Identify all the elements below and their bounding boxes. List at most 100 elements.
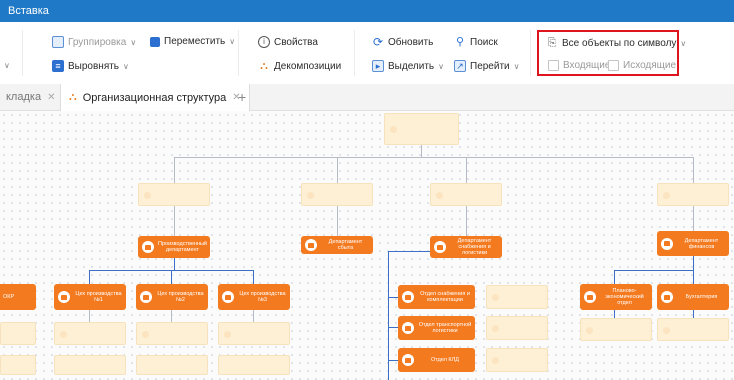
ghost-node[interactable] [486, 316, 548, 340]
ghost-node[interactable] [54, 322, 126, 345]
connector [614, 270, 615, 284]
ghost-node[interactable] [301, 183, 373, 206]
connector [171, 310, 172, 322]
department-icon [305, 239, 317, 251]
department-icon [661, 237, 673, 250]
ghost-node[interactable] [218, 322, 290, 345]
collapsed-dropdown-caret[interactable]: ∨ [4, 61, 10, 70]
align-icon: ≡ [52, 60, 64, 72]
ghost-node[interactable] [430, 183, 502, 206]
connector [693, 157, 694, 183]
ghost-node[interactable] [580, 318, 652, 341]
ghost-node[interactable] [657, 183, 729, 206]
org-chart-icon: ⛬ [69, 91, 77, 103]
node-accounting[interactable]: Бухгалтерия [657, 284, 729, 310]
connector [89, 310, 90, 322]
connector [253, 270, 254, 284]
department-icon [142, 241, 154, 253]
department-icon [402, 354, 414, 366]
department-icon [661, 291, 673, 303]
connector [174, 258, 175, 270]
link-objects-icon: ⎘ [547, 37, 557, 49]
node-shop-3[interactable]: Цех производства №3 [218, 284, 290, 310]
connector [337, 157, 338, 183]
grouping-icon [52, 36, 64, 48]
connector [614, 310, 615, 318]
search-button[interactable]: ⚲ Поиск [454, 36, 498, 48]
ghost-node[interactable] [657, 318, 729, 341]
move-button[interactable]: Переместить ∨ [150, 36, 235, 47]
decompositions-button[interactable]: ⛬ Декомпозиции [258, 60, 341, 72]
refresh-button[interactable]: ⟳ Обновить [372, 36, 433, 48]
node-warehouse[interactable]: Отдел КЛД [398, 348, 475, 372]
connector [466, 157, 467, 183]
connector [421, 145, 422, 157]
connector [89, 270, 90, 284]
properties-button[interactable]: i Свойства [258, 36, 318, 48]
node-supply-department[interactable]: Департамент снабжения и логистики [430, 236, 502, 258]
department-icon [434, 241, 446, 253]
connector [337, 206, 338, 236]
checkbox-box [548, 60, 559, 71]
select-button[interactable]: ▸ Выделить ∨ [372, 60, 444, 72]
ghost-node-root[interactable] [384, 113, 459, 145]
decomposition-icon: ⛬ [260, 60, 268, 72]
node-production-department[interactable]: Производственный департамент [138, 236, 210, 258]
move-icon [150, 36, 160, 47]
department-icon [58, 291, 70, 303]
department-icon [584, 291, 596, 303]
connector [174, 157, 693, 158]
checkbox-box [608, 60, 619, 71]
symbol-objects-dropdown[interactable]: ⎘ Все объекты по символу ∨ [546, 37, 687, 49]
connector [693, 256, 694, 270]
ghost-node[interactable] [486, 348, 548, 372]
ghost-node[interactable] [136, 355, 208, 375]
connector [466, 206, 467, 236]
info-icon: i [258, 36, 270, 48]
add-tab-button[interactable]: + [238, 84, 246, 110]
tab-layout[interactable]: кладка ✕ [0, 84, 63, 110]
search-icon: ⚲ [455, 36, 465, 48]
ghost-node[interactable] [0, 322, 36, 345]
close-icon[interactable]: ✕ [47, 92, 55, 103]
ribbon-separator [530, 30, 531, 76]
goto-button[interactable]: ↗ Перейти ∨ [454, 60, 519, 72]
ghost-node[interactable] [54, 355, 126, 375]
department-icon [222, 291, 234, 303]
department-icon [402, 322, 414, 334]
node-okr[interactable]: ОКР [0, 284, 36, 310]
node-sales-department[interactable]: Департамент сбыта [301, 236, 373, 254]
ghost-node[interactable] [218, 355, 290, 375]
connector [174, 206, 175, 236]
connector [253, 310, 254, 322]
node-transport-logistics[interactable]: Отдел транспортной логистики [398, 316, 475, 340]
node-shop-1[interactable]: Цех производства №1 [54, 284, 126, 310]
ghost-node[interactable] [138, 183, 210, 206]
connector [174, 157, 175, 183]
connector [388, 360, 398, 361]
align-button[interactable]: ≡ Выровнять ∨ [52, 60, 129, 72]
connector [693, 206, 694, 231]
ghost-node[interactable] [0, 355, 36, 375]
select-icon: ▸ [372, 60, 384, 72]
tab-org-structure[interactable]: ⛬ Организационная структура ✕ [60, 84, 250, 111]
department-icon [140, 291, 152, 303]
node-supply-subdivision[interactable]: Отдел снабжения и комплектации [398, 285, 475, 309]
connector [693, 270, 694, 284]
ribbon-tab-bar: Вставка [0, 0, 734, 22]
outgoing-checkbox[interactable]: Исходящие [608, 60, 676, 71]
ribbon-separator [354, 30, 355, 76]
connector [388, 297, 398, 298]
ribbon-tab-insert[interactable]: Вставка [8, 5, 49, 17]
node-shop-2[interactable]: Цех производства №2 [136, 284, 208, 310]
grouping-button[interactable]: Группировка ∨ [52, 36, 136, 48]
connector [693, 310, 694, 318]
connector [171, 270, 172, 284]
incoming-checkbox[interactable]: Входящие [548, 60, 610, 71]
node-finance-department[interactable]: Департамент финансов [657, 231, 729, 256]
ribbon-separator [238, 30, 239, 76]
node-planning-economic[interactable]: Планово-экономический отдел [580, 284, 652, 310]
ghost-node[interactable] [136, 322, 208, 345]
ghost-node[interactable] [486, 285, 548, 309]
connector [614, 270, 694, 271]
